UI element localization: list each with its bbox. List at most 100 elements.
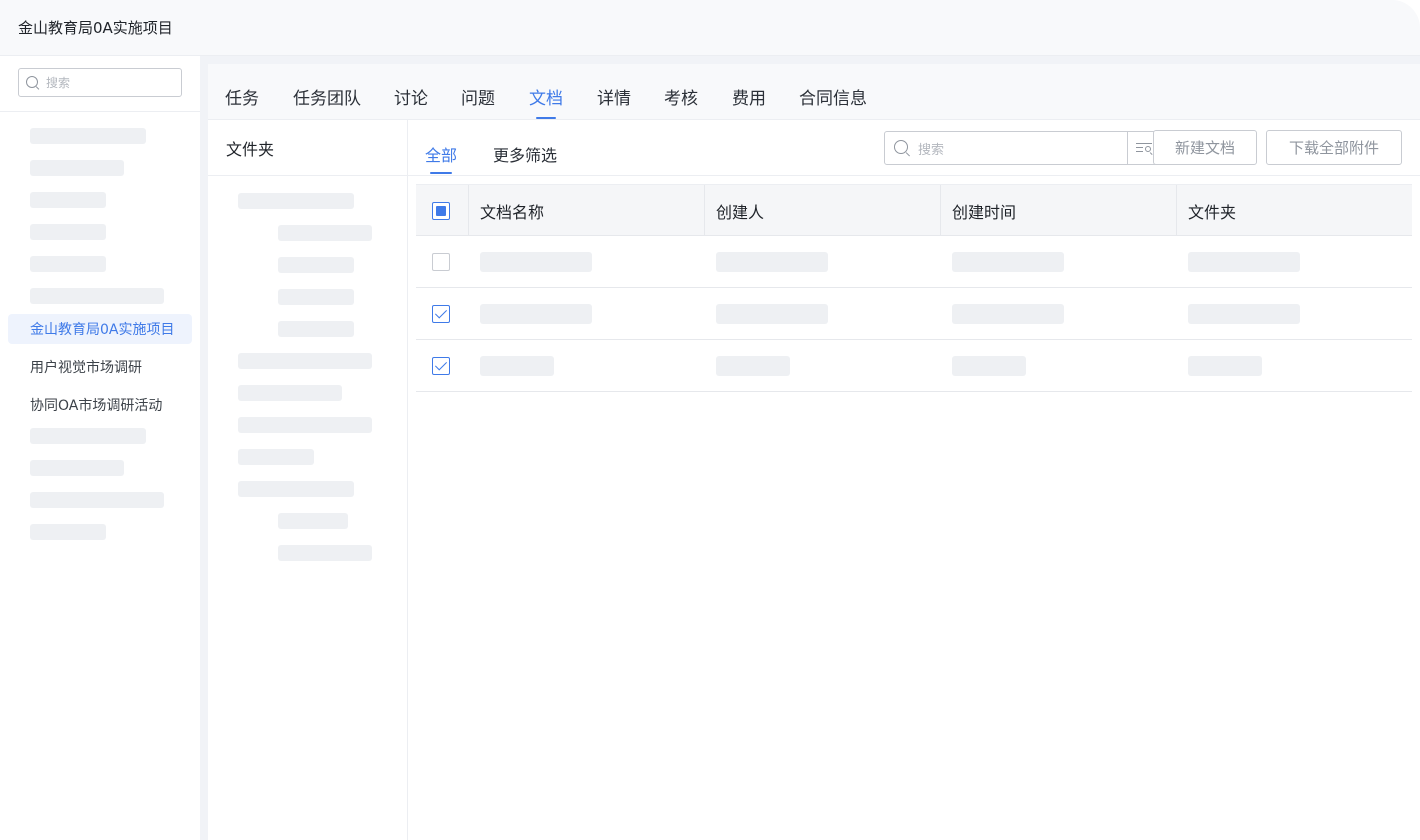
tab-assessment[interactable]: 考核 (664, 84, 698, 120)
folder-panel-title: 文件夹 (226, 139, 275, 159)
cell-loading-placeholder (716, 252, 828, 272)
panel-divider (200, 56, 208, 840)
loading-placeholder (30, 428, 146, 444)
column-header-label: 创建时间 (952, 202, 1017, 222)
table-row[interactable] (416, 288, 1412, 340)
documents-toolbar: 全部 更多筛选 搜索 新建文档 下载全部附件 (408, 120, 1420, 176)
document-search-placeholder: 搜索 (918, 142, 945, 158)
folder-panel: 文件夹 (208, 120, 408, 840)
column-header-label: 文档名称 (480, 202, 545, 222)
cell-loading-placeholder (1188, 356, 1262, 376)
project-item-label: 金山教育局0A实施项目 (30, 322, 175, 338)
panel-divider (208, 56, 1420, 64)
column-header-name[interactable]: 文档名称 (468, 185, 704, 236)
project-item-jinshan[interactable]: 金山教育局0A实施项目 (8, 314, 192, 344)
column-header-label: 创建人 (716, 202, 765, 222)
cell-loading-placeholder (480, 356, 554, 376)
tab-documents[interactable]: 文档 (529, 84, 563, 120)
folder-loading-placeholder (238, 449, 314, 465)
documents-table: 文档名称 创建人 创建时间 文件夹 (416, 184, 1412, 392)
tab-details[interactable]: 详情 (597, 84, 631, 120)
row-checkbox[interactable] (432, 357, 450, 375)
tab-issues[interactable]: 问题 (461, 84, 495, 120)
filter-tab-label: 全部 (425, 146, 458, 165)
folder-panel-header: 文件夹 (208, 120, 407, 176)
tab-label: 任务 (225, 89, 259, 109)
table-header: 文档名称 创建人 创建时间 文件夹 (416, 184, 1412, 236)
download-all-attachments-button[interactable]: 下载全部附件 (1266, 130, 1402, 165)
folder-loading-placeholder (278, 545, 372, 561)
project-tabs: 任务 任务团队 讨论 问题 文档 详情 考核 费用 合同信息 (208, 64, 1420, 120)
folder-loading-placeholder (238, 417, 372, 433)
cell-loading-placeholder (952, 356, 1026, 376)
folder-loading-placeholder (278, 289, 354, 305)
tab-label: 讨论 (394, 89, 428, 109)
title-bar: 金山教育局0A实施项目 (0, 0, 1420, 56)
column-header-folder[interactable]: 文件夹 (1176, 185, 1412, 236)
tab-label: 费用 (732, 89, 766, 109)
tab-contract-info[interactable]: 合同信息 (799, 84, 867, 120)
table-row[interactable] (416, 340, 1412, 392)
cell-loading-placeholder (1188, 304, 1300, 324)
loading-placeholder (30, 524, 106, 540)
filter-tab-all[interactable]: 全部 (425, 142, 457, 176)
column-header-created-time[interactable]: 创建时间 (940, 185, 1176, 236)
cell-loading-placeholder (480, 304, 592, 324)
search-icon (26, 75, 40, 90)
row-checkbox[interactable] (432, 253, 450, 271)
tab-task-team[interactable]: 任务团队 (293, 84, 361, 120)
loading-placeholder (30, 288, 164, 304)
new-document-button[interactable]: 新建文档 (1153, 130, 1257, 165)
sidebar-search-placeholder: 搜索 (46, 76, 71, 90)
project-item-label: 协同OA市场调研活动 (30, 398, 163, 414)
tab-label: 详情 (597, 89, 631, 109)
loading-placeholder (30, 192, 106, 208)
column-header-creator[interactable]: 创建人 (704, 185, 940, 236)
project-item-user-visual[interactable]: 用户视觉市场调研 (8, 352, 192, 382)
cell-loading-placeholder (716, 304, 828, 324)
folder-loading-placeholder (278, 321, 354, 337)
loading-placeholder (30, 460, 124, 476)
tab-label: 合同信息 (799, 89, 867, 109)
active-tab-indicator (536, 117, 556, 119)
tab-label: 任务团队 (293, 89, 361, 109)
tab-discussion[interactable]: 讨论 (394, 84, 428, 120)
loading-placeholder (30, 256, 106, 272)
folder-loading-placeholder (278, 225, 372, 241)
sidebar-search-wrap: 搜索 (0, 56, 200, 112)
row-checkbox[interactable] (432, 305, 450, 323)
folder-loading-placeholder (238, 481, 354, 497)
app-window: 金山教育局0A实施项目 搜索 金山教育局0A实施项目 用户视觉市场调研 协同OA… (0, 0, 1420, 840)
filter-search-icon (1136, 141, 1154, 156)
tab-label: 考核 (664, 89, 698, 109)
folder-loading-placeholder (238, 353, 372, 369)
sidebar-search-input[interactable]: 搜索 (18, 68, 182, 97)
cell-loading-placeholder (1188, 252, 1300, 272)
tab-label: 文档 (529, 89, 563, 109)
loading-placeholder (30, 160, 124, 176)
document-search-input[interactable]: 搜索 (884, 131, 1163, 165)
folder-loading-placeholder (238, 193, 354, 209)
documents-panel: 全部 更多筛选 搜索 新建文档 下载全部附件 文档名称 创建人 创建时间 文件夹 (408, 120, 1420, 840)
main-content: 任务 任务团队 讨论 问题 文档 详情 考核 费用 合同信息 文件夹 全部 更多… (208, 64, 1420, 840)
filter-tab-label: 更多筛选 (493, 146, 558, 165)
loading-placeholder (30, 128, 146, 144)
window-title: 金山教育局0A实施项目 (18, 19, 173, 37)
search-icon (894, 140, 910, 156)
tab-expenses[interactable]: 费用 (732, 84, 766, 120)
tab-tasks[interactable]: 任务 (225, 84, 259, 120)
filter-tab-more[interactable]: 更多筛选 (493, 142, 557, 176)
project-item-label: 用户视觉市场调研 (30, 360, 142, 376)
column-header-label: 文件夹 (1188, 202, 1237, 222)
table-row[interactable] (416, 236, 1412, 288)
cell-loading-placeholder (952, 252, 1064, 272)
project-sidebar: 搜索 金山教育局0A实施项目 用户视觉市场调研 协同OA市场调研活动 (0, 56, 200, 840)
project-item-oa-research[interactable]: 协同OA市场调研活动 (8, 390, 192, 420)
select-all-checkbox[interactable] (432, 202, 450, 220)
button-label: 下载全部附件 (1288, 139, 1379, 157)
cell-loading-placeholder (716, 356, 790, 376)
cell-loading-placeholder (952, 304, 1064, 324)
loading-placeholder (30, 224, 106, 240)
folder-loading-placeholder (278, 257, 354, 273)
cell-loading-placeholder (480, 252, 592, 272)
